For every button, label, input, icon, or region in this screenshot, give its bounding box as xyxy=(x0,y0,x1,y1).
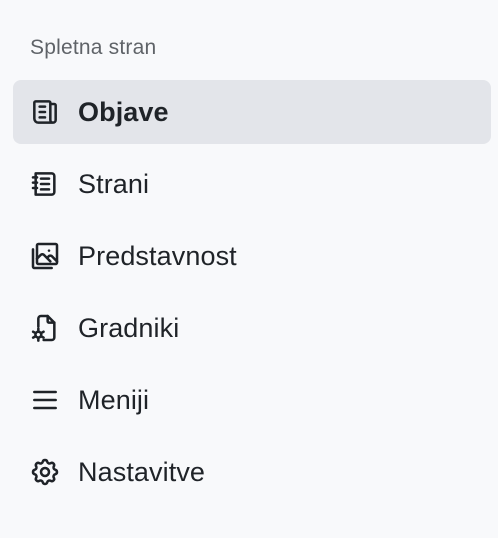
sidebar-item-label: Objave xyxy=(78,96,169,127)
notebook-icon xyxy=(29,168,61,200)
sidebar-item-nastavitve[interactable]: Nastavitve xyxy=(13,440,491,504)
section-heading: Spletna stran xyxy=(30,36,157,59)
sidebar-item-label: Gradniki xyxy=(78,312,180,343)
sidebar-item-label: Strani xyxy=(78,168,150,199)
file-gear-icon xyxy=(29,312,61,344)
sidebar-nav: Objave Strani Predstavnost Gradniki Meni… xyxy=(13,80,491,512)
sidebar: Spletna stran Objave Strani Predstavnost… xyxy=(0,0,498,538)
photos-icon xyxy=(29,240,61,272)
sidebar-item-strani[interactable]: Strani xyxy=(13,152,491,216)
newspaper-icon xyxy=(29,96,61,128)
sidebar-item-meniji[interactable]: Meniji xyxy=(13,368,491,432)
sidebar-item-label: Predstavnost xyxy=(78,240,237,271)
menu-lines-icon xyxy=(29,384,61,416)
sidebar-item-gradniki[interactable]: Gradniki xyxy=(13,296,491,360)
gear-icon xyxy=(29,456,61,488)
sidebar-item-predstavnost[interactable]: Predstavnost xyxy=(13,224,491,288)
sidebar-item-objave[interactable]: Objave xyxy=(13,80,491,144)
sidebar-item-label: Nastavitve xyxy=(78,456,206,487)
sidebar-item-label: Meniji xyxy=(78,384,150,415)
